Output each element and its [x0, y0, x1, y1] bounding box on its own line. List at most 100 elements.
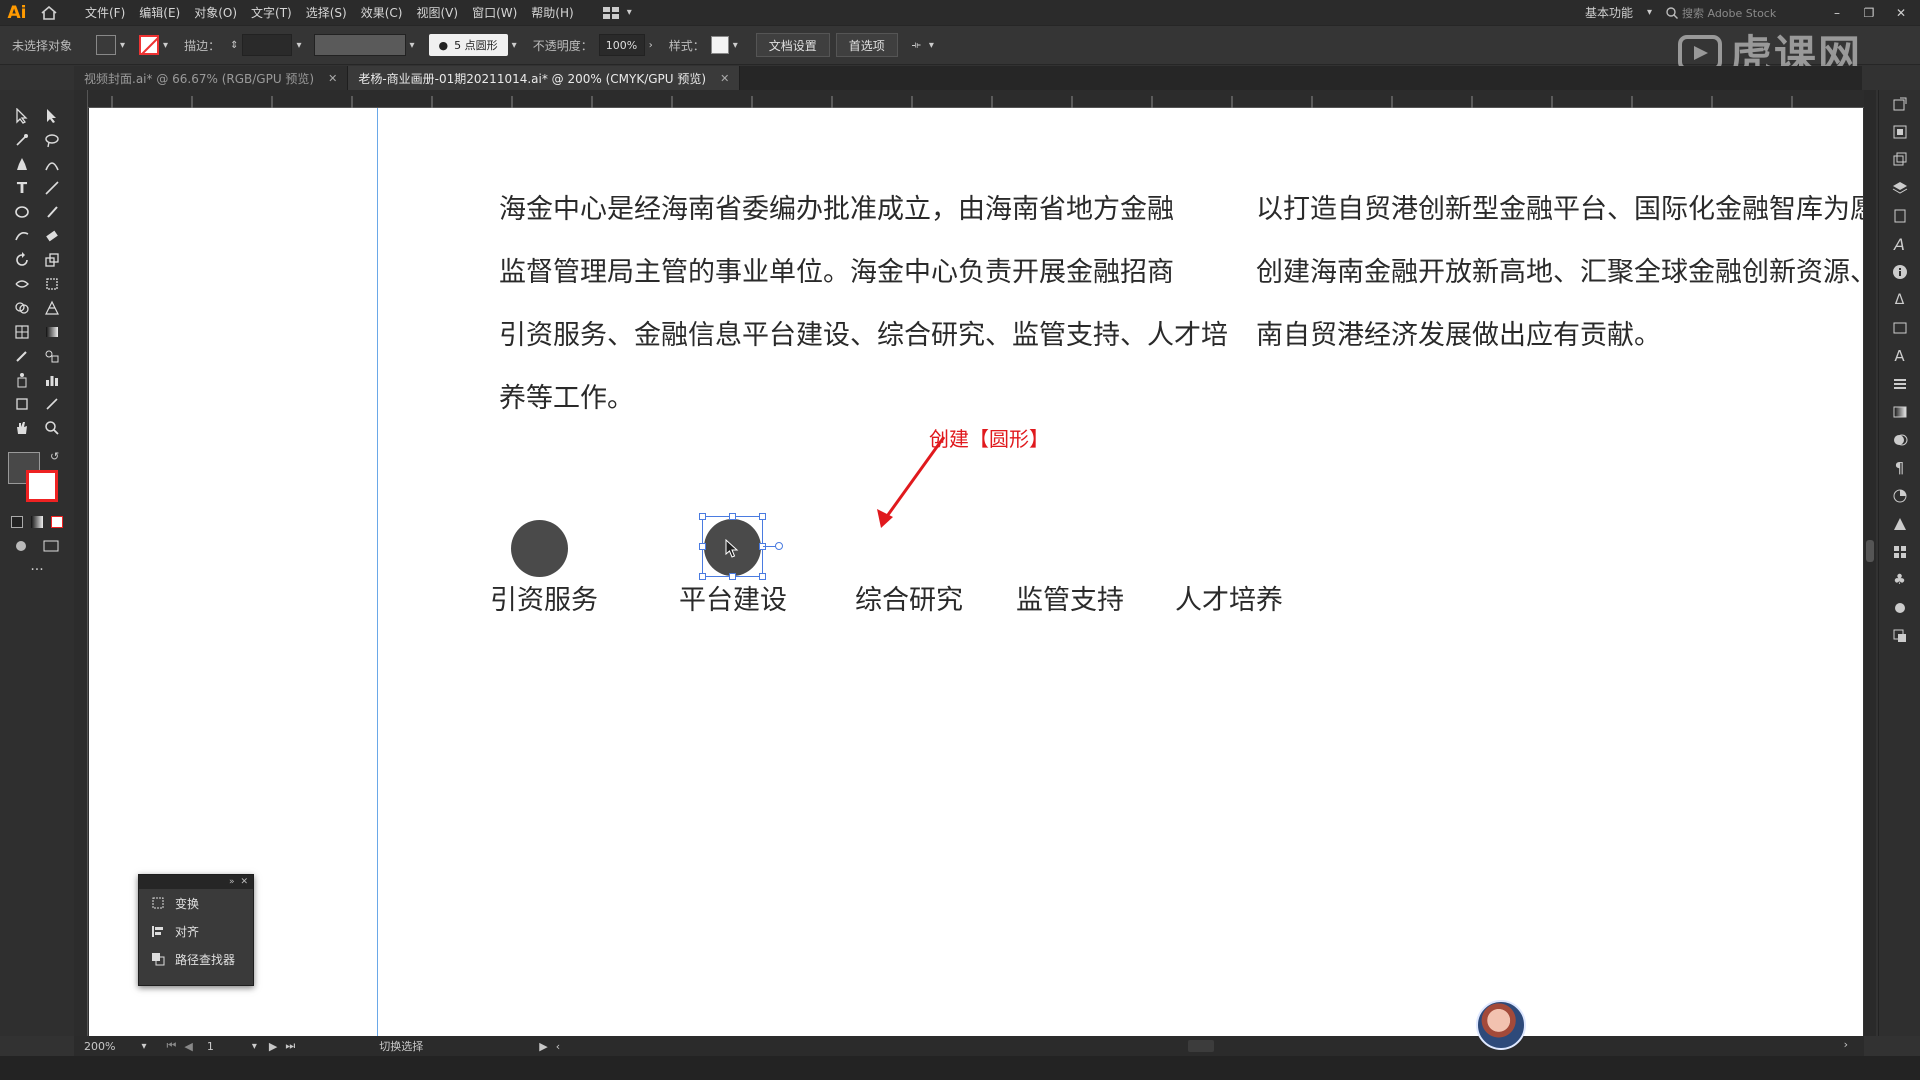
swatches-icon[interactable] — [1879, 538, 1920, 566]
menu-view[interactable]: 视图(V) — [409, 4, 465, 21]
opacity-label[interactable]: 不透明度： — [533, 37, 593, 54]
export-icon[interactable] — [1879, 90, 1920, 118]
workspace-switcher[interactable]: 基本功能 — [1585, 4, 1633, 21]
column-graph-tool-icon[interactable] — [40, 369, 64, 391]
graphic-styles-icon[interactable] — [1879, 510, 1920, 538]
line-tool-icon[interactable] — [40, 177, 64, 199]
collapse-icon[interactable]: » — [229, 877, 235, 887]
menu-type[interactable]: 文字(T) — [244, 4, 299, 21]
tab-video-cover[interactable]: 视频封面.ai* @ 66.67% (RGB/GPU 预览) ✕ — [74, 66, 349, 90]
chevron-down-icon[interactable]: ▾ — [141, 1041, 146, 1052]
chevron-down-icon[interactable]: ▾ — [410, 40, 415, 51]
none-mode-icon[interactable] — [49, 511, 65, 533]
brush-definition[interactable]: ● 5 点圆形 — [428, 34, 508, 56]
tab-brochure[interactable]: 老杨-商业画册-01期20211014.ai* @ 200% (CMYK/GPU… — [348, 66, 741, 90]
menu-edit[interactable]: 编辑(E) — [132, 4, 187, 21]
color-mode-icon[interactable] — [9, 511, 25, 533]
previous-artboard-icon[interactable]: ◀ — [184, 1040, 192, 1053]
width-tool-icon[interactable] — [10, 273, 34, 295]
assets-icon[interactable] — [1879, 202, 1920, 230]
free-transform-tool-icon[interactable] — [40, 273, 64, 295]
shape-builder-tool-icon[interactable] — [10, 297, 34, 319]
scale-tool-icon[interactable] — [40, 249, 64, 271]
edit-toolbar-button[interactable]: ··· — [0, 558, 74, 582]
horizontal-scroll-thumb[interactable] — [1188, 1040, 1214, 1052]
ellipse-tool-icon[interactable] — [10, 201, 34, 223]
status-mode[interactable]: 切换选择 — [379, 1038, 423, 1054]
character-icon[interactable]: A — [1879, 230, 1920, 258]
gradient-panel-icon[interactable] — [1879, 398, 1920, 426]
blend-tool-icon[interactable] — [40, 345, 64, 367]
close-button[interactable]: ✕ — [1890, 6, 1912, 20]
panel-align[interactable]: 对齐 — [139, 917, 253, 945]
magic-wand-tool-icon[interactable] — [10, 129, 34, 151]
paragraph-align-icon[interactable] — [1879, 370, 1920, 398]
stock-search[interactable]: 搜索 Adobe Stock — [1666, 4, 1816, 22]
paragraph-right[interactable]: 以打造自贸港创新型金融平台、国际化金融智库为愿 创建海南金融开放新高地、汇聚全球… — [1256, 178, 1863, 367]
type-tool-icon[interactable]: T — [10, 177, 34, 199]
chevron-down-icon[interactable]: ▾ — [296, 40, 301, 51]
glyphs-icon[interactable]: ᐃ — [1879, 286, 1920, 314]
eraser-tool-icon[interactable] — [40, 225, 64, 247]
label-platform-building[interactable]: 平台建设 — [679, 578, 787, 617]
rotate-tool-icon[interactable] — [10, 249, 34, 271]
artboard-canvas[interactable]: 海金中心是经海南省委编办批准成立，由海南省地方金融 监督管理局主管的事业单位。海… — [89, 108, 1863, 1036]
resize-handle[interactable] — [699, 543, 706, 550]
close-icon[interactable]: ✕ — [240, 877, 248, 887]
chevron-down-icon[interactable]: ▾ — [512, 40, 517, 51]
label-talent-cultivation[interactable]: 人才培养 — [1175, 578, 1283, 617]
selection-bounding-box[interactable] — [699, 513, 783, 580]
menu-effect[interactable]: 效果(C) — [354, 4, 410, 21]
menu-window[interactable]: 窗口(W) — [465, 4, 524, 21]
zoom-tool-icon[interactable] — [40, 417, 64, 439]
minimize-button[interactable]: – — [1826, 6, 1848, 20]
opacity-field[interactable]: 100% — [598, 34, 645, 56]
eyedropper-tool-icon[interactable] — [10, 345, 34, 367]
align-icon[interactable]: ⟛ — [912, 40, 921, 51]
shaper-tool-icon[interactable] — [10, 225, 34, 247]
symbols-icon[interactable]: ♣ — [1879, 566, 1920, 594]
restore-button[interactable]: ❐ — [1858, 6, 1880, 20]
preferences-button[interactable]: 首选项 — [835, 33, 898, 57]
pie-widget-handle[interactable] — [775, 542, 783, 550]
horizontal-ruler[interactable] — [88, 90, 1864, 108]
chevron-down-icon[interactable]: ▾ — [929, 40, 934, 51]
label-investment-service[interactable]: 引资服务 — [490, 578, 598, 617]
direct-selection-tool-icon[interactable] — [40, 105, 64, 127]
opentype-icon[interactable] — [1879, 314, 1920, 342]
type-panel-icon[interactable]: A — [1879, 342, 1920, 370]
vertical-ruler[interactable] — [74, 90, 88, 1036]
stroke-panel-icon[interactable] — [1879, 594, 1920, 622]
screen-mode-icon[interactable] — [40, 535, 64, 557]
selection-tool-icon[interactable] — [10, 105, 34, 127]
variable-width-profile[interactable] — [313, 34, 406, 56]
info-icon[interactable] — [1879, 258, 1920, 286]
paintbrush-tool-icon[interactable] — [40, 201, 64, 223]
label-regulatory-support[interactable]: 监管支持 — [1016, 578, 1124, 617]
menu-file[interactable]: 文件(F) — [78, 4, 132, 21]
resize-handle[interactable] — [759, 513, 766, 520]
slice-tool-icon[interactable] — [40, 393, 64, 415]
close-icon[interactable]: ✕ — [720, 72, 729, 85]
chevron-right-icon[interactable]: › — [649, 40, 653, 51]
close-icon[interactable]: ✕ — [328, 72, 337, 85]
scroll-left-icon[interactable]: ‹ — [556, 1040, 560, 1053]
perspective-grid-tool-icon[interactable] — [40, 297, 64, 319]
menu-object[interactable]: 对象(O) — [187, 4, 244, 21]
home-icon[interactable] — [34, 0, 64, 25]
appearance-icon[interactable] — [1879, 426, 1920, 454]
resize-handle[interactable] — [729, 513, 736, 520]
artboard-number[interactable]: 1 — [207, 1040, 214, 1053]
artboard-tool-icon[interactable] — [10, 393, 34, 415]
stroke-color-swatch[interactable] — [26, 470, 58, 502]
scroll-right-icon[interactable]: › — [1844, 1038, 1848, 1051]
fill-swatch[interactable] — [96, 35, 117, 55]
libraries-icon[interactable] — [1879, 118, 1920, 146]
first-artboard-icon[interactable]: ⏮ — [166, 1039, 176, 1053]
chevron-down-icon[interactable]: ▾ — [163, 40, 168, 51]
guide-line[interactable] — [377, 108, 378, 1036]
menu-select[interactable]: 选择(S) — [299, 4, 354, 21]
next-artboard-icon[interactable]: ▶ — [269, 1040, 277, 1053]
chevron-down-icon[interactable]: ▾ — [252, 1041, 257, 1052]
arrange-documents-button[interactable]: ▾ — [602, 6, 636, 19]
